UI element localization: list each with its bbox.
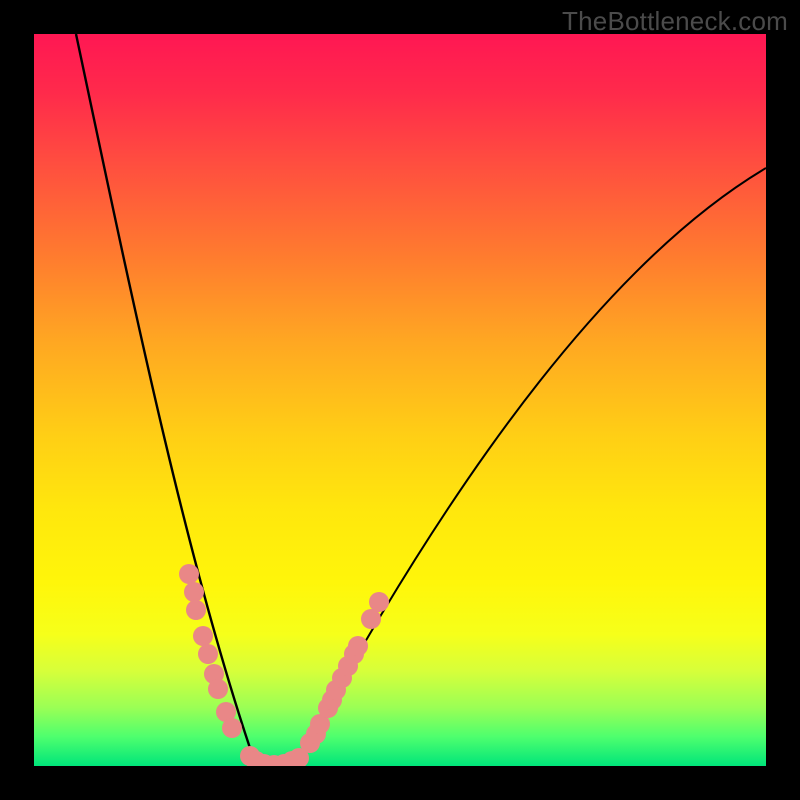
plot-area: [34, 34, 766, 766]
watermark-text: TheBottleneck.com: [562, 6, 788, 37]
bottleneck-curve: [34, 34, 766, 766]
outer-frame: TheBottleneck.com: [0, 0, 800, 800]
curve-right: [298, 168, 766, 760]
curve-left: [76, 34, 254, 760]
highlight-dots: [179, 564, 389, 766]
